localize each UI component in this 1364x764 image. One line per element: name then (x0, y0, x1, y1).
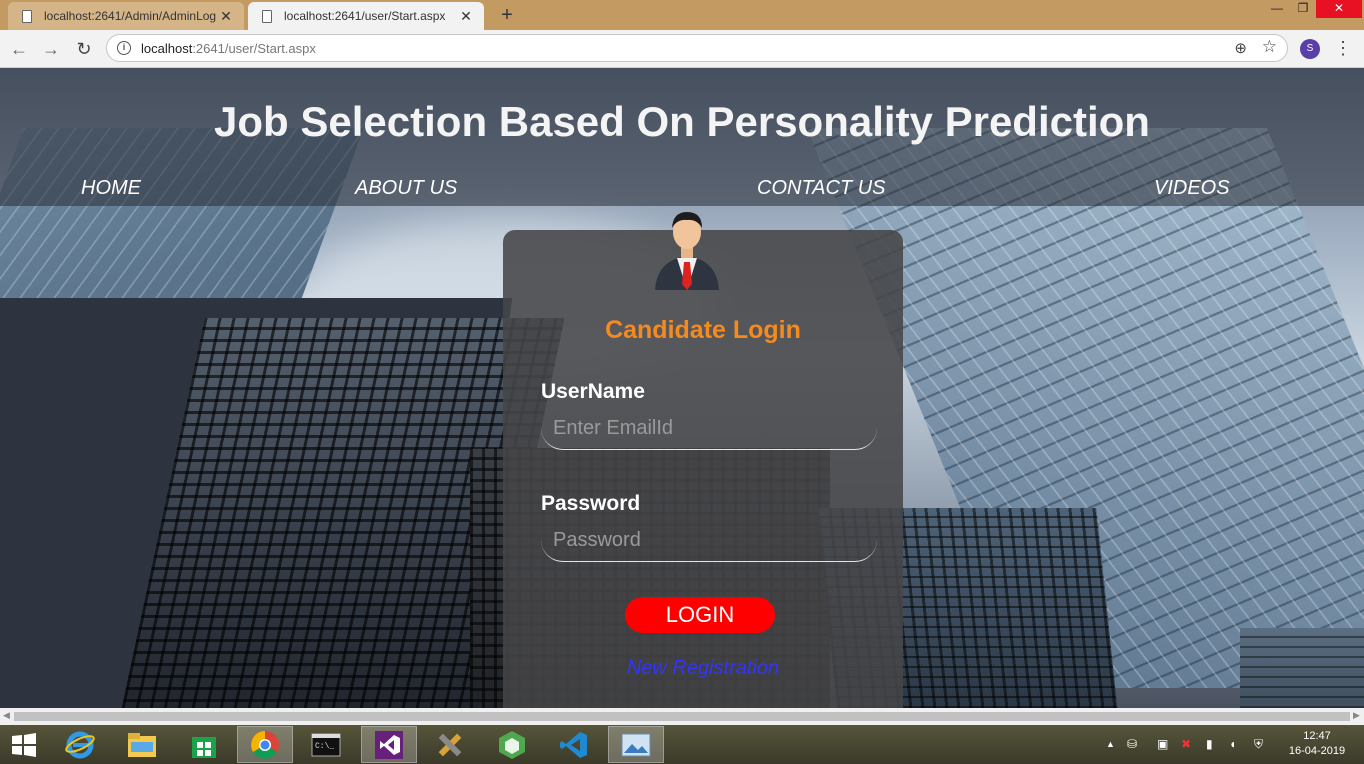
forward-button[interactable]: → (40, 38, 62, 60)
vscode-taskbar[interactable] (546, 726, 602, 763)
new-registration-link[interactable]: New Registration (503, 657, 903, 680)
windows-logo-icon (12, 732, 36, 757)
document-icon (262, 9, 272, 23)
svg-text:C:\_: C:\_ (315, 742, 334, 751)
close-tab-icon[interactable]: ✕ (218, 8, 234, 25)
background-building (1240, 628, 1364, 708)
tab-title: localhost:2641/Admin/AdminLog (44, 9, 217, 23)
hexagon-app-icon (499, 730, 525, 759)
site-header: Job Selection Based On Personality Predi… (0, 68, 1364, 206)
chrome-taskbar[interactable] (237, 726, 293, 763)
document-icon (22, 9, 32, 23)
restore-button[interactable]: ❐ (1290, 0, 1316, 18)
photos-taskbar[interactable] (608, 726, 664, 763)
nav-videos[interactable]: VIDEOS (1154, 177, 1230, 200)
user-avatar-icon (655, 212, 719, 290)
password-label: Password (541, 492, 641, 515)
horizontal-scrollbar[interactable]: ◀ ▶ (0, 708, 1364, 725)
windows-taskbar: C:\_ ▲ ⛁ ▣ ✖ ▮ ◖ ⛨ 12:47 16-04-2019 (0, 725, 1364, 764)
command-prompt-taskbar[interactable]: C:\_ (298, 726, 354, 763)
tools-taskbar[interactable] (422, 726, 478, 763)
back-button[interactable]: ← (8, 38, 30, 60)
chrome-icon (251, 730, 279, 759)
tab-start-page[interactable]: localhost:2641/user/Start.aspx ✕ (248, 2, 484, 30)
browser-toolbar: ← → ↻ i localhost:2641/user/Start.aspx ⊕… (0, 30, 1364, 68)
zoom-icon[interactable]: ⊕ (1234, 39, 1247, 57)
command-prompt-icon: C:\_ (311, 733, 341, 756)
scroll-left-icon[interactable]: ◀ (3, 710, 10, 721)
shield-tray-icon[interactable]: ⛨ (1254, 737, 1263, 752)
scroll-right-icon[interactable]: ▶ (1353, 710, 1360, 721)
reload-button[interactable]: ↻ (73, 38, 95, 60)
nav-home[interactable]: HOME (81, 177, 141, 200)
login-card: Candidate Login UserName Password LOGIN … (503, 212, 903, 708)
network-tray-icon[interactable]: ⛁ (1127, 737, 1137, 751)
browser-menu-icon[interactable]: ⋮ (1334, 38, 1352, 58)
tab-admin-login[interactable]: localhost:2641/Admin/AdminLog ✕ (8, 2, 244, 30)
devices-tray-icon[interactable]: ▣ (1157, 737, 1168, 751)
folder-icon (128, 732, 156, 757)
clock-date: 16-04-2019 (1288, 745, 1346, 757)
browser-tab-bar: localhost:2641/Admin/AdminLog ✕ localhos… (0, 0, 1364, 30)
tools-icon (438, 733, 462, 756)
signal-tray-icon[interactable]: ▮ (1206, 737, 1213, 751)
visual-studio-icon (375, 730, 403, 759)
nav-contact-us[interactable]: CONTACT US (757, 177, 886, 200)
alert-tray-icon[interactable]: ✖ (1181, 737, 1191, 751)
email-input[interactable] (541, 408, 877, 450)
site-title: Job Selection Based On Personality Predi… (214, 98, 1150, 145)
show-hidden-icons-chevron[interactable]: ▲ (1106, 739, 1115, 749)
nav-about-us[interactable]: ABOUT US (355, 177, 457, 200)
site-info-icon[interactable]: i (117, 41, 131, 55)
vscode-icon (560, 731, 587, 758)
volume-tray-icon[interactable]: ◖ (1229, 737, 1236, 751)
system-clock[interactable]: 12:47 16-04-2019 (1282, 729, 1352, 759)
node-app-taskbar[interactable] (484, 726, 540, 763)
new-tab-button[interactable]: + (496, 4, 518, 27)
bookmark-star-icon[interactable]: ☆ (1262, 37, 1277, 57)
window-controls: — ❐ ✕ (1264, 0, 1362, 18)
page-viewport: Job Selection Based On Personality Predi… (0, 68, 1364, 708)
username-label: UserName (541, 380, 645, 403)
close-tab-icon[interactable]: ✕ (458, 8, 474, 25)
image-viewer-icon (621, 733, 651, 756)
url-text[interactable]: localhost:2641/user/Start.aspx (141, 41, 316, 56)
internet-explorer-taskbar[interactable] (52, 726, 108, 763)
login-heading: Candidate Login (605, 316, 801, 344)
store-icon (192, 736, 216, 758)
tab-title: localhost:2641/user/Start.aspx (284, 9, 446, 23)
minimize-button[interactable]: — (1264, 0, 1290, 18)
clock-time: 12:47 (1303, 730, 1331, 742)
store-taskbar[interactable] (176, 726, 232, 763)
internet-explorer-icon (65, 731, 95, 758)
url-host: localhost (141, 41, 193, 56)
address-bar[interactable]: i localhost:2641/user/Start.aspx ⊕ ☆ (106, 34, 1288, 62)
profile-avatar[interactable]: S (1300, 39, 1320, 59)
login-button[interactable]: LOGIN (625, 597, 775, 633)
password-input[interactable] (541, 520, 877, 562)
scrollbar-thumb[interactable] (14, 712, 1350, 721)
start-button[interactable] (0, 726, 52, 763)
visual-studio-taskbar[interactable] (361, 726, 417, 763)
close-window-button[interactable]: ✕ (1316, 0, 1362, 18)
url-path: :2641/user/Start.aspx (192, 41, 316, 56)
file-explorer-taskbar[interactable] (114, 726, 170, 763)
